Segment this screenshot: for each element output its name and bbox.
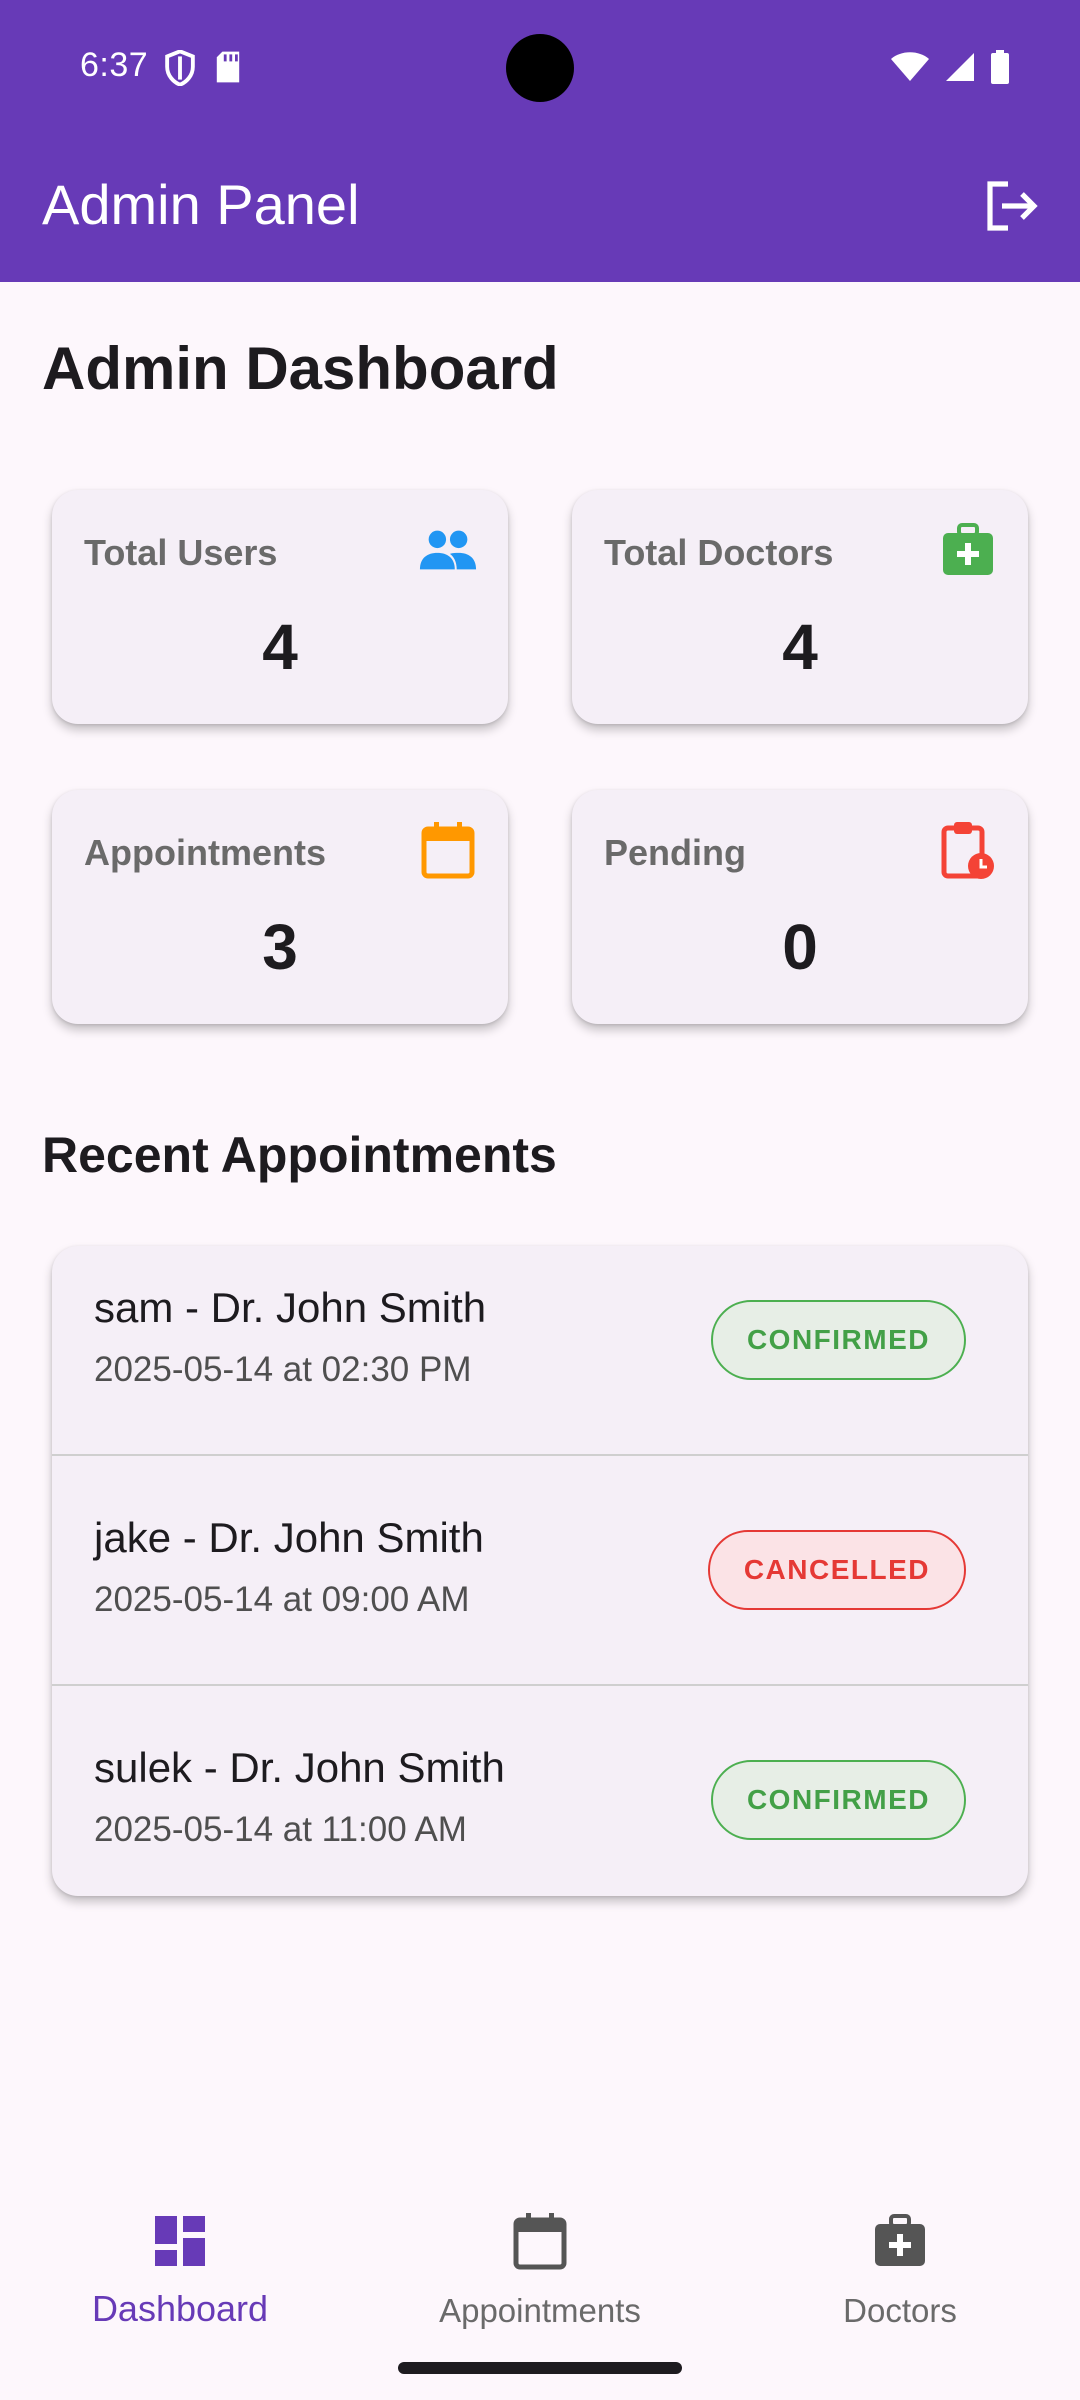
stat-label: Appointments [84,832,326,873]
section-title-recent-appointments: Recent Appointments [42,1127,557,1183]
stat-label: Total Doctors [604,532,834,573]
stat-card-pending: Pending 0 [572,790,1028,1024]
sd-card-icon [214,50,242,91]
people-icon [418,520,478,580]
appointment-title: jake - Dr. John Smith [94,1514,484,1561]
page-title: Admin Dashboard [42,335,559,402]
stat-value: 4 [262,611,298,683]
stat-card-total-users: Total Users 4 [52,490,508,724]
nav-item-dashboard[interactable]: Dashboard [30,2208,330,2358]
appointment-title: sam - Dr. John Smith [94,1284,487,1331]
nav-label: Doctors [843,2292,957,2329]
stat-value: 0 [782,911,818,983]
calendar-icon [507,2208,573,2274]
appointment-datetime: 2025-05-14 at 11:00 AM [94,1810,467,1849]
stat-label: Pending [604,832,746,873]
battery-icon [990,50,1010,89]
dashboard-icon [147,2208,213,2274]
recent-appointments-list: sam - Dr. John Smith 2025-05-14 at 02:30… [52,1246,1028,1896]
appointment-title: sulek - Dr. John Smith [94,1744,505,1791]
stat-value: 4 [782,611,818,683]
stat-value: 3 [262,911,298,983]
list-item[interactable]: sam - Dr. John Smith 2025-05-14 at 02:30… [52,1246,1028,1456]
appointment-datetime: 2025-05-14 at 02:30 PM [94,1350,472,1389]
status-badge: CANCELLED [707,1530,966,1610]
status-badge: CONFIRMED [710,1760,966,1840]
medical-bag-icon [938,520,998,580]
nav-item-doctors[interactable]: Doctors [750,2208,1050,2358]
stat-card-appointments: Appointments 3 [52,790,508,1024]
status-bar: 6:37 [0,0,1080,136]
app-header: 6:37 Admin Panel [0,0,1080,282]
wifi-icon [890,51,930,88]
shield-icon [164,49,196,91]
list-item[interactable]: jake - Dr. John Smith 2025-05-14 at 09:0… [52,1456,1028,1686]
calendar-icon [418,820,478,880]
app-bar-title: Admin Panel [42,173,360,236]
signal-icon [944,51,976,88]
pending-clipboard-icon [938,820,998,880]
nav-label: Appointments [439,2292,641,2329]
gesture-bar[interactable] [398,2362,682,2374]
nav-label: Dashboard [91,2288,269,2329]
status-time: 6:37 [80,46,149,84]
nav-item-appointments[interactable]: Appointments [390,2208,690,2358]
appointment-datetime: 2025-05-14 at 09:00 AM [94,1580,470,1619]
stat-card-total-doctors: Total Doctors 4 [572,490,1028,724]
logout-icon [984,180,1040,237]
stat-label: Total Users [84,532,278,573]
medical-bag-icon [867,2208,933,2274]
camera-cutout [506,34,574,102]
list-item[interactable]: sulek - Dr. John Smith 2025-05-14 at 11:… [52,1686,1028,1892]
logout-button[interactable] [980,176,1044,240]
status-badge: CONFIRMED [710,1300,966,1380]
